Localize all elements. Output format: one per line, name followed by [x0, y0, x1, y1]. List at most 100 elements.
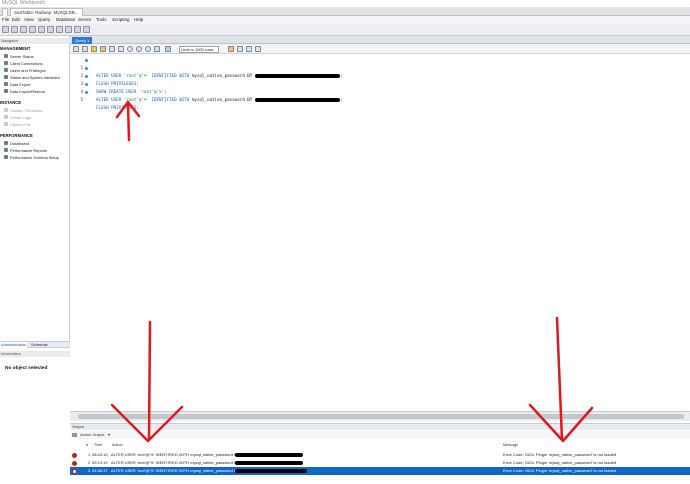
tab-schemas[interactable]: Schemas — [30, 342, 49, 348]
menu-database[interactable]: Database — [56, 16, 75, 24]
main-toolbar — [0, 24, 690, 36]
logs-icon — [4, 115, 8, 119]
menu-edit[interactable]: Edit — [12, 16, 20, 24]
limit-rows-select[interactable]: Limit to 1000 rows — [179, 45, 219, 53]
output-row[interactable]: 1 08:43:15 ALTER USER 'root'@'%' IDENTIF… — [70, 451, 690, 459]
invisible-chars-icon[interactable] — [246, 46, 252, 52]
navigator-tree: MANAGEMENT Server Status Client Connecti… — [0, 46, 60, 160]
variables-icon — [4, 75, 8, 79]
code-line-4: 4 ALTER USER 'root'@'%' IDENTIFIED WITH … — [70, 80, 690, 102]
code-line-3: 3 SHOW CREATE USER 'root'@'%'; — [70, 72, 690, 94]
beautify-icon[interactable] — [228, 46, 234, 52]
server-icon — [4, 54, 8, 58]
save-icon[interactable] — [82, 46, 88, 52]
users-icon — [4, 68, 8, 72]
output-row-selected[interactable]: 3 04:58:37 ALTER USER 'root'@'%' IDENTIF… — [70, 467, 690, 475]
search-table-icon[interactable] — [74, 26, 81, 33]
connection-tab[interactable]: SeaTable: Railway: MySQLDB... — [10, 8, 83, 16]
create-view-icon[interactable] — [47, 26, 54, 33]
menu-help[interactable]: Help — [134, 16, 143, 24]
redacted-password — [235, 453, 303, 457]
navigator-header: Navigator — [0, 38, 70, 44]
statement-dot-icon — [85, 82, 88, 86]
find-icon[interactable] — [237, 46, 243, 52]
navigator-tabs: Administration Schemas — [0, 341, 70, 348]
new-sql-tab-icon[interactable] — [2, 26, 9, 33]
window-title: MySQL Workbench — [0, 0, 690, 7]
toggle-output-icon[interactable] — [165, 46, 171, 52]
menu-server[interactable]: Server — [78, 16, 91, 24]
reports-icon — [4, 148, 8, 152]
col-message[interactable]: Message — [503, 442, 518, 449]
output-type-icon — [72, 433, 77, 437]
redacted-password — [235, 461, 303, 465]
menu-bar: File Edit View Query Database Server Too… — [0, 16, 690, 24]
code-line-5: 5 FLUSH PRIVILEGES; — [70, 88, 690, 110]
inspector-icon[interactable] — [20, 26, 27, 33]
reconnect-icon[interactable] — [83, 26, 90, 33]
power-icon — [4, 108, 8, 112]
wrench-icon — [4, 122, 8, 126]
connections-icon — [4, 61, 8, 65]
scrollbar-thumb[interactable] — [78, 414, 684, 419]
error-icon — [72, 452, 77, 458]
code-line-1: 1 ALTER USER 'root'@'%' IDENTIFIED WITH … — [70, 56, 690, 78]
output-row[interactable]: 2 09:13:19 ALTER USER 'root'@'%' IDENTIF… — [70, 459, 690, 467]
error-icon — [72, 460, 77, 466]
no-object-label: No object selected — [5, 366, 48, 371]
statement-dot-icon — [85, 66, 88, 70]
output-column-headers: # Time Action Message — [70, 442, 690, 449]
execute-current-icon[interactable] — [100, 46, 106, 52]
create-schema-icon[interactable] — [29, 26, 36, 33]
output-type-select[interactable]: Action Output ▾ — [70, 431, 690, 439]
autocommit-icon[interactable] — [154, 46, 160, 52]
app-tab-strip: SeaTable: Railway: MySQLDB... — [0, 7, 690, 16]
sql-editor[interactable]: 1 ALTER USER 'root'@'%' IDENTIFIED WITH … — [70, 54, 690, 411]
menu-tools[interactable]: Tools — [96, 16, 107, 24]
statement-dot-icon — [85, 74, 88, 78]
open-file-icon[interactable] — [73, 46, 79, 52]
schema-setup-icon — [4, 155, 8, 159]
redacted-password — [235, 469, 307, 473]
home-tab-icon[interactable] — [2, 8, 8, 16]
col-num[interactable]: # — [86, 442, 88, 449]
chevron-down-icon: ▾ — [108, 432, 111, 437]
create-procedure-icon[interactable] — [56, 26, 63, 33]
error-icon — [72, 468, 77, 474]
explain-icon[interactable] — [109, 46, 115, 52]
open-sql-file-icon[interactable] — [11, 26, 18, 33]
code-line-2: 2 FLUSH PRIVILEGES; — [70, 64, 690, 86]
col-time[interactable]: Time — [94, 442, 102, 449]
query-tab-strip: Query 1 — [70, 36, 690, 44]
create-function-icon[interactable] — [65, 26, 72, 33]
wrap-icon[interactable] — [255, 46, 261, 52]
menu-scripting[interactable]: Scripting — [112, 16, 130, 24]
editor-toolbar: Limit to 1000 rows — [70, 44, 690, 54]
section-performance: PERFORMANCE — [0, 133, 33, 138]
rollback-icon[interactable] — [145, 46, 151, 52]
stop-icon[interactable] — [118, 46, 124, 52]
commit-icon[interactable] — [136, 46, 142, 52]
col-action[interactable]: Action — [112, 442, 123, 449]
tab-administration[interactable]: Administration — [0, 342, 28, 348]
code-text: FLUSH PRIVILEGES; — [96, 105, 139, 110]
section-instance: INSTANCE — [0, 100, 22, 105]
code-text: ALTER USER 'root'@'%' IDENTIFIED WITH my… — [96, 97, 343, 102]
menu-view[interactable]: View — [24, 16, 34, 24]
dashboard-icon — [4, 141, 8, 145]
execute-icon[interactable] — [91, 46, 97, 52]
information-header: Information — [0, 351, 70, 357]
menu-query[interactable]: Query — [38, 16, 50, 24]
redacted-password — [254, 98, 340, 102]
editor-horizontal-scrollbar[interactable] — [70, 411, 690, 421]
import-icon — [4, 89, 8, 93]
statement-dot-icon — [85, 58, 88, 62]
section-management: MANAGEMENT — [0, 46, 31, 51]
menu-file[interactable]: File — [2, 16, 9, 24]
toggle-continue-icon[interactable] — [127, 46, 133, 52]
export-icon — [4, 82, 8, 86]
statement-dot-icon — [85, 90, 88, 94]
create-table-icon[interactable] — [38, 26, 45, 33]
tab-query-1[interactable]: Query 1 — [72, 37, 93, 44]
output-header: Output — [70, 423, 690, 430]
